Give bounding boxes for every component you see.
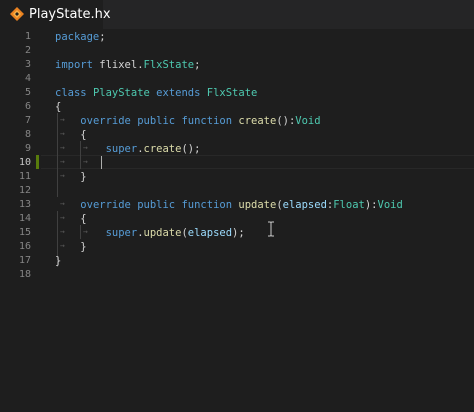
code-line[interactable]: 13 override public function update(elaps… <box>0 198 474 212</box>
tab-title: PlayState.hx <box>29 7 111 22</box>
line-number: 2 <box>24 45 31 56</box>
code-line[interactable]: 4 <box>0 72 474 86</box>
code-token: super <box>105 143 138 155</box>
code-token: package <box>55 31 100 43</box>
code-token: override <box>80 115 131 127</box>
code-token: Void <box>295 115 321 127</box>
code-token: PlayState <box>92 87 150 99</box>
line-number: 12 <box>18 185 31 196</box>
code-text: override public function update(elapsed:… <box>55 198 403 212</box>
code-line[interactable]: 11 } <box>0 170 474 184</box>
code-line[interactable]: 14 { <box>0 212 474 226</box>
code-text: { <box>55 100 61 114</box>
code-line[interactable]: 7 override public function create():Void <box>0 114 474 128</box>
code-line[interactable]: 9 super.create(); <box>0 142 474 156</box>
code-line[interactable]: 17} <box>0 254 474 268</box>
code-token: Void <box>377 199 403 211</box>
code-token: function <box>181 199 233 211</box>
code-text: super.update(elapsed); <box>55 226 245 240</box>
line-number: 15 <box>18 227 31 238</box>
code-token: ; <box>194 59 201 71</box>
code-token: { <box>55 213 87 225</box>
line-number: 16 <box>18 241 31 252</box>
code-token: elapsed <box>187 227 233 239</box>
code-token: } <box>55 255 62 267</box>
code-token: } <box>55 171 87 183</box>
code-editor[interactable]: → → → → → → → → → → → → 1 package; 2 3 impor… <box>0 29 474 412</box>
code-line[interactable]: 16 } <box>0 240 474 254</box>
line-number: 6 <box>24 101 31 112</box>
code-text: } <box>55 170 87 184</box>
line-number: 11 <box>18 171 31 182</box>
code-line[interactable]: 12 <box>0 184 474 198</box>
line-number: 10 <box>18 157 31 168</box>
code-line[interactable]: 8 { <box>0 128 474 142</box>
code-line[interactable]: 2 <box>0 44 474 58</box>
code-token: update <box>238 199 277 211</box>
line-number: 18 <box>18 269 31 280</box>
code-token: ); <box>232 227 245 239</box>
code-token: update <box>143 227 182 239</box>
code-text: import flixel.FlxState; <box>55 58 200 72</box>
tab-playstate[interactable]: PlayState.hx <box>0 0 111 29</box>
code-line[interactable]: 6{ <box>0 100 474 114</box>
code-token: super <box>105 227 138 239</box>
code-token: elapsed <box>282 199 327 211</box>
code-text: override public function create():Void <box>55 114 321 128</box>
line-number: 4 <box>24 73 31 84</box>
line-number: 3 <box>24 59 31 70</box>
code-line[interactable]: 1 package; <box>0 30 474 44</box>
code-text: { <box>55 212 87 226</box>
code-token: Float <box>333 199 365 211</box>
code-token: import <box>55 59 93 71</box>
line-number: 9 <box>24 143 31 154</box>
i-beam-cursor-icon <box>268 221 274 237</box>
code-text: class PlayState extends FlxState <box>55 86 257 100</box>
code-token: { <box>55 129 87 141</box>
code-token: { <box>55 101 62 113</box>
code-text: package; <box>55 30 106 44</box>
code-token: create <box>143 143 182 155</box>
line-number: 1 <box>24 31 31 42</box>
code-token: FlxState <box>143 59 195 71</box>
code-token: extends <box>156 87 201 99</box>
line-number: 13 <box>18 199 31 210</box>
code-token: override <box>80 199 131 211</box>
code-token: } <box>55 241 87 253</box>
code-token: (): <box>276 115 296 127</box>
code-token: public <box>137 115 176 127</box>
line-number: 17 <box>18 255 31 266</box>
line-number: 8 <box>24 129 31 140</box>
code-token: function <box>181 115 233 127</box>
code-token: public <box>137 199 176 211</box>
code-text: } <box>55 240 87 254</box>
code-line[interactable]: 15 super.update(elapsed); <box>0 226 474 240</box>
code-token: FlxState <box>206 87 258 99</box>
code-token: create <box>238 115 277 127</box>
code-token: flixel. <box>92 59 144 71</box>
line-number: 14 <box>18 213 31 224</box>
code-text: super.create(); <box>55 142 201 156</box>
code-token: (); <box>181 143 201 155</box>
code-line[interactable]: 10 <box>0 156 474 170</box>
code-token: ): <box>364 199 378 211</box>
code-line[interactable]: 3 import flixel.FlxState; <box>0 58 474 72</box>
code-text: } <box>55 254 61 268</box>
line-number: 5 <box>24 87 31 98</box>
tab-bar: PlayState.hx <box>0 0 474 29</box>
code-token: class <box>55 87 87 99</box>
haxe-file-icon <box>10 7 24 21</box>
line-number: 7 <box>24 115 31 126</box>
code-line[interactable]: 18 <box>0 268 474 282</box>
code-line[interactable]: 5 class PlayState extends FlxState <box>0 86 474 100</box>
code-token: ; <box>99 31 106 43</box>
code-text: { <box>55 128 87 142</box>
